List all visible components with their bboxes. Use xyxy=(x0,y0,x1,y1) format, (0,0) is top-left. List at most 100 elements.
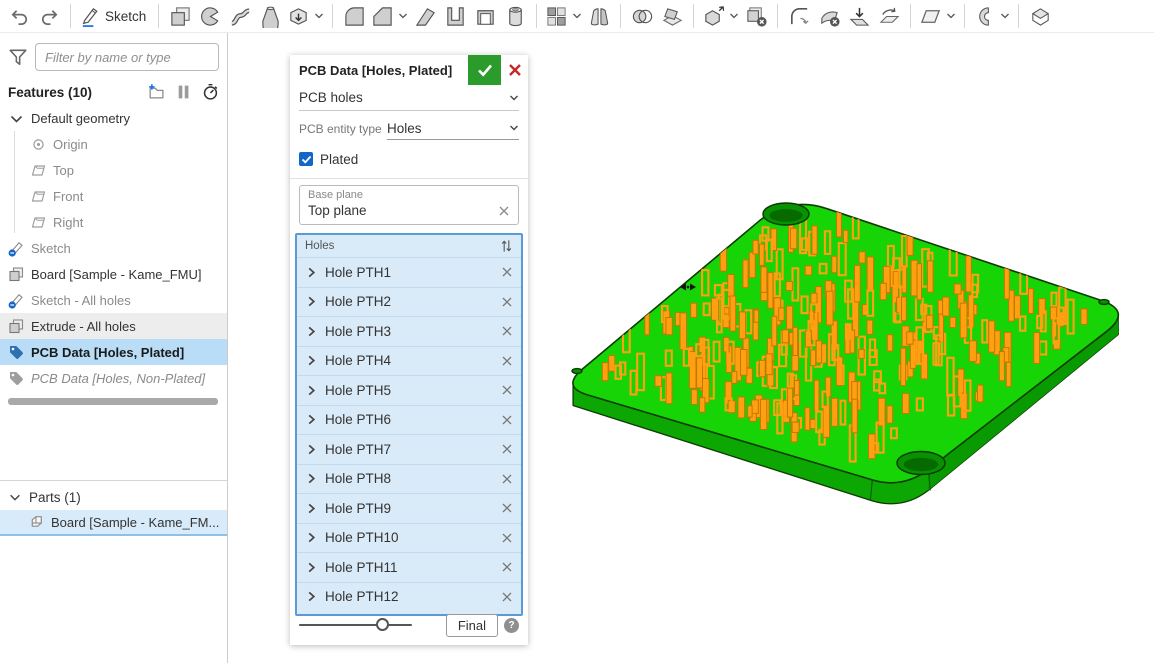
toolbar-move-face-button[interactable] xyxy=(844,2,874,30)
toolbar-rib-button[interactable] xyxy=(440,2,470,30)
hole-row-hole-pth3[interactable]: Hole PTH3 xyxy=(297,316,521,346)
toolbar-boolean-button[interactable] xyxy=(627,2,657,30)
remove-hole-icon[interactable] xyxy=(501,561,513,573)
expand-chevron-icon[interactable] xyxy=(305,561,318,574)
hole-row-hole-pth11[interactable]: Hole PTH11 xyxy=(297,552,521,582)
toolbar-linear-pattern-button[interactable] xyxy=(543,2,584,30)
filter-input[interactable] xyxy=(35,43,219,71)
toolbar-replace-face-button[interactable] xyxy=(874,2,904,30)
hole-row-hole-pth6[interactable]: Hole PTH6 xyxy=(297,405,521,435)
toolbar-hole-button[interactable] xyxy=(500,2,530,30)
hole-row-hole-pth10[interactable]: Hole PTH10 xyxy=(297,523,521,553)
hole-row-hole-pth5[interactable]: Hole PTH5 xyxy=(297,375,521,405)
tree-item-extrude-all-holes[interactable]: Extrude - All holes xyxy=(0,313,227,339)
tree-item-label: Extrude - All holes xyxy=(31,319,136,334)
toolbar-extrude-button[interactable] xyxy=(165,2,195,30)
feature-type-select[interactable]: PCB holes xyxy=(299,85,519,111)
slider-handle[interactable] xyxy=(376,618,389,631)
remove-hole-icon[interactable] xyxy=(501,296,513,308)
hole-row-hole-pth9[interactable]: Hole PTH9 xyxy=(297,493,521,523)
part-item-board[interactable]: Board [Sample - Kame_FM... xyxy=(0,510,227,536)
expand-chevron-icon[interactable] xyxy=(305,531,318,544)
help-icon[interactable]: ? xyxy=(504,618,519,633)
plated-checkbox[interactable] xyxy=(299,152,313,166)
sort-icon[interactable] xyxy=(500,239,513,253)
expand-chevron-icon[interactable] xyxy=(305,384,318,397)
rollback-bar[interactable] xyxy=(8,398,218,405)
toolbar-fillet-button[interactable] xyxy=(339,2,369,30)
expand-chevron-icon[interactable] xyxy=(305,443,318,456)
hole-row-hole-pth7[interactable]: Hole PTH7 xyxy=(297,434,521,464)
toolbar-helix-button[interactable] xyxy=(971,2,1012,30)
suppress-pause-icon[interactable] xyxy=(176,84,191,100)
dialog-header: PCB Data [Holes, Plated] xyxy=(290,55,528,85)
toolbar-surface-button[interactable] xyxy=(1025,2,1055,30)
parts-header[interactable]: Parts (1) xyxy=(8,485,81,509)
expand-chevron-icon[interactable] xyxy=(305,590,318,603)
toolbar-loft-button[interactable] xyxy=(255,2,285,30)
remove-hole-icon[interactable] xyxy=(501,443,513,455)
toolbar-plane-button[interactable] xyxy=(917,2,958,30)
expand-chevron-icon[interactable] xyxy=(305,502,318,515)
expand-chevron-icon[interactable] xyxy=(305,413,318,426)
hole-row-hole-pth4[interactable]: Hole PTH4 xyxy=(297,346,521,376)
remove-hole-icon[interactable] xyxy=(501,384,513,396)
cancel-button[interactable] xyxy=(501,55,528,85)
tree-item-label: PCB Data [Holes, Non-Plated] xyxy=(31,371,205,386)
toolbar-modify-fillet-button[interactable] xyxy=(784,2,814,30)
plated-checkbox-row[interactable]: Plated xyxy=(299,147,519,171)
tree-item-sketch-all-holes[interactable]: Sketch - All holes xyxy=(0,287,227,313)
hole-row-hole-pth12[interactable]: Hole PTH12 xyxy=(297,582,521,612)
toolbar-shell-button[interactable] xyxy=(470,2,500,30)
toolbar-delete-face-button[interactable] xyxy=(814,2,844,30)
toolbar-sketch-button[interactable]: Sketch xyxy=(77,2,152,30)
tree-item-board-sample-kame-fmu[interactable]: Board [Sample - Kame_FMU] xyxy=(0,261,227,287)
tree-item-front[interactable]: Front xyxy=(0,183,227,209)
remove-hole-icon[interactable] xyxy=(501,355,513,367)
tree-item-default-geometry[interactable]: Default geometry xyxy=(0,105,227,131)
expand-chevron-icon[interactable] xyxy=(305,472,318,485)
expand-chevron-icon[interactable] xyxy=(305,295,318,308)
remove-hole-icon[interactable] xyxy=(501,532,513,544)
toolbar-split-button[interactable] xyxy=(657,2,687,30)
hole-row-hole-pth8[interactable]: Hole PTH8 xyxy=(297,464,521,494)
entity-type-select[interactable]: Holes xyxy=(387,117,519,140)
tree-item-pcb-data-holes-plated[interactable]: PCB Data [Holes, Plated] xyxy=(0,339,227,365)
remove-hole-icon[interactable] xyxy=(501,591,513,603)
base-plane-field[interactable]: Base plane Top plane xyxy=(299,185,519,225)
toolbar-mirror-button[interactable] xyxy=(584,2,614,30)
final-button[interactable]: Final xyxy=(446,614,498,637)
remove-base-plane-icon[interactable] xyxy=(498,205,510,217)
new-folder-icon[interactable] xyxy=(147,83,165,101)
toolbar-revolve-button[interactable] xyxy=(195,2,225,30)
expand-chevron-icon[interactable] xyxy=(305,325,318,338)
resolution-slider[interactable] xyxy=(299,618,412,632)
toolbar-sweep-button[interactable] xyxy=(225,2,255,30)
toolbar-chamfer-button[interactable] xyxy=(369,2,410,30)
accept-button[interactable] xyxy=(468,55,501,85)
tree-item-top[interactable]: Top xyxy=(0,157,227,183)
toolbar-undo-button[interactable] xyxy=(4,2,34,30)
tree-item-origin[interactable]: Origin xyxy=(0,131,227,157)
remove-hole-icon[interactable] xyxy=(501,502,513,514)
pcb-board-model[interactable] xyxy=(530,175,1154,535)
remove-hole-icon[interactable] xyxy=(501,414,513,426)
remove-hole-icon[interactable] xyxy=(501,325,513,337)
filter-funnel-icon[interactable] xyxy=(8,47,28,67)
expand-chevron-icon[interactable] xyxy=(305,266,318,279)
remove-hole-icon[interactable] xyxy=(501,266,513,278)
toolbar-draft-button[interactable] xyxy=(410,2,440,30)
chevron-icon[interactable] xyxy=(8,110,25,127)
toolbar-thicken-button[interactable] xyxy=(285,2,326,30)
rollback-timer-icon[interactable] xyxy=(202,83,220,101)
toolbar-transform-button[interactable] xyxy=(700,2,741,30)
hole-row-hole-pth1[interactable]: Hole PTH1 xyxy=(297,257,521,287)
tree-item-right[interactable]: Right xyxy=(0,209,227,235)
expand-chevron-icon[interactable] xyxy=(305,354,318,367)
remove-hole-icon[interactable] xyxy=(501,473,513,485)
toolbar-delete-part-button[interactable] xyxy=(741,2,771,30)
tree-item-sketch[interactable]: Sketch xyxy=(0,235,227,261)
toolbar-redo-button[interactable] xyxy=(34,2,64,30)
hole-row-hole-pth2[interactable]: Hole PTH2 xyxy=(297,287,521,317)
tree-item-pcb-data-holes-non-plated[interactable]: PCB Data [Holes, Non-Plated] xyxy=(0,365,227,391)
